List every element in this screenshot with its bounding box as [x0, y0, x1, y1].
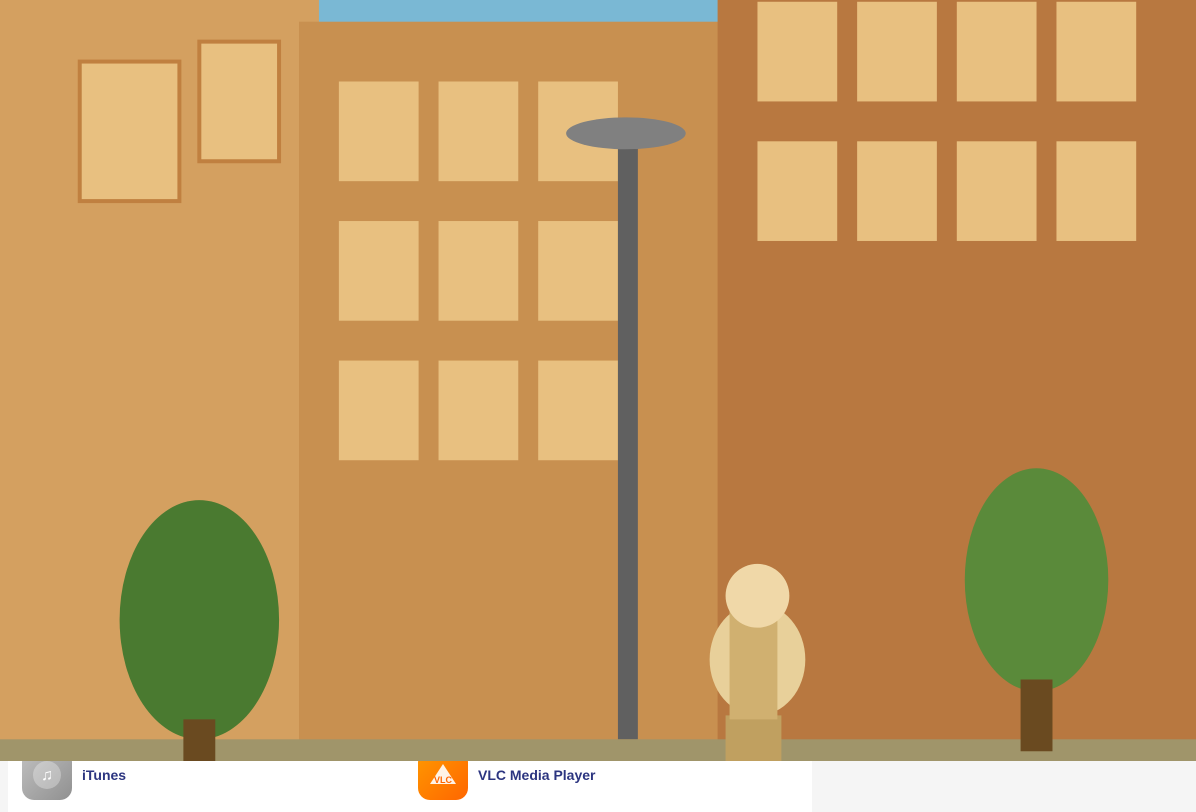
- rec-name: iTunes: [82, 767, 126, 783]
- rec-details: iTunes: [82, 767, 126, 783]
- svg-text:VLC: VLC: [434, 775, 453, 785]
- itunes-logo-icon: ♫: [32, 760, 62, 790]
- vlc-logo-icon: VLC: [428, 760, 458, 790]
- sidebar-ad: [830, 362, 1130, 642]
- main-layout: Ad ✕ Páginas web increíbles 1&1 Mi Web: …: [0, 228, 1196, 812]
- sidebar: Follow us on... f: [820, 228, 1140, 812]
- website: Malavida ⊞ Windows 🤖 Android 📱 iPhone M: [0, 68, 1196, 812]
- rec-details: VLC Media Player: [478, 767, 596, 783]
- rec-name: VLC Media Player: [478, 767, 596, 783]
- sidebar-ad-image: [830, 362, 1130, 642]
- browser-window: 🌐 Welcome to Chrome ✕ M Download Program…: [0, 0, 1196, 812]
- svg-text:♫: ♫: [41, 767, 53, 784]
